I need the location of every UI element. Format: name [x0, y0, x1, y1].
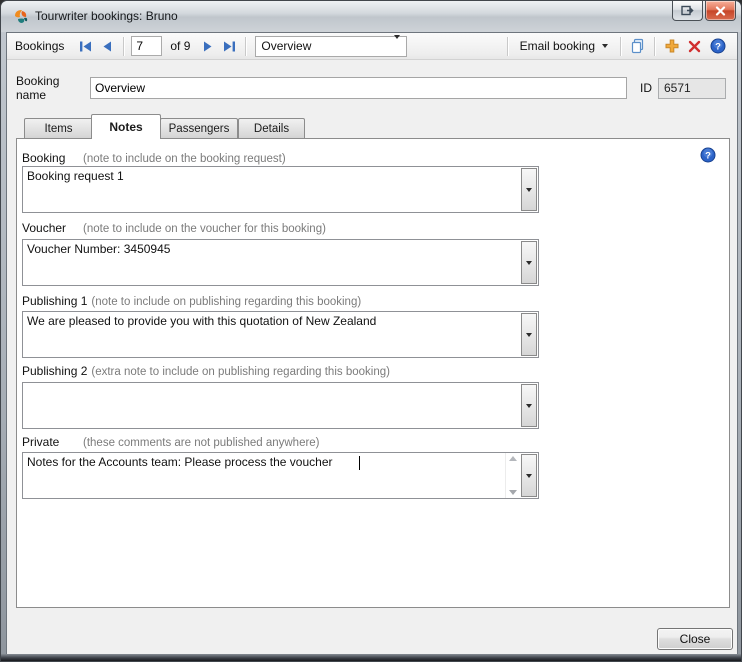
title-bar[interactable]: Tourwriter bookings: Bruno [1, 1, 741, 32]
chevron-down-icon [394, 35, 400, 53]
bookings-label: Bookings [15, 39, 64, 53]
nav-previous-icon [103, 41, 112, 52]
chevron-down-icon [526, 261, 532, 265]
booking-note-dropdown-button[interactable] [521, 168, 537, 211]
private-note-dropdown-button[interactable] [521, 454, 537, 497]
private-note-textarea[interactable]: Notes for the Accounts team: Please proc… [23, 453, 505, 498]
private-note-hint: (these comments are not published anywhe… [83, 437, 320, 449]
private-note-label: Private [22, 435, 79, 449]
nav-next-icon [203, 41, 212, 52]
voucher-note-header: Voucher (note to include on the voucher … [22, 221, 702, 235]
publishing2-note-dropdown-button[interactable] [521, 384, 537, 427]
copy-booking-button[interactable] [627, 36, 648, 56]
chevron-down-icon [526, 404, 532, 408]
bookings-toolbar: Bookings of 9 [7, 33, 737, 60]
toolbar-separator [507, 37, 508, 56]
toolbar-help-button[interactable]: ? [707, 36, 728, 56]
publishing2-note-textarea[interactable] [23, 383, 520, 428]
close-button[interactable]: Close [657, 628, 733, 650]
chevron-down-icon [602, 44, 608, 48]
voucher-note-hint: (note to include on the voucher for this… [83, 223, 326, 235]
publishing1-note-textarea[interactable]: We are pleased to provide you with this … [23, 312, 520, 357]
close-icon [715, 6, 726, 16]
tourwriter-logo-icon [13, 8, 30, 25]
publishing2-note-control [22, 382, 539, 429]
booking-note-header: Booking (note to include on the booking … [22, 151, 702, 165]
private-note-scrollbar[interactable] [505, 453, 520, 498]
help-icon: ? [710, 38, 726, 54]
tab-passengers[interactable]: Passengers [160, 118, 238, 139]
svg-text:?: ? [715, 41, 721, 52]
publishing2-note-hint: (extra note to include on publishing reg… [91, 366, 390, 378]
chevron-down-icon [526, 333, 532, 337]
svg-text:?: ? [705, 150, 711, 161]
nav-first-icon [79, 41, 92, 52]
private-note-header: Private (these comments are not publishe… [22, 435, 702, 449]
notes-help-button[interactable]: ? [700, 147, 716, 168]
close-window-button[interactable] [705, 1, 736, 21]
popout-window-button[interactable] [672, 1, 703, 21]
booking-select-value: Overview [261, 39, 311, 53]
publishing1-note-dropdown-button[interactable] [521, 313, 537, 356]
text-cursor [359, 456, 360, 470]
scroll-down-icon [509, 490, 517, 495]
publishing2-note-label: Publishing 2 [22, 364, 87, 378]
nav-first-button[interactable] [74, 36, 96, 56]
tab-notes[interactable]: Notes [91, 114, 161, 139]
help-icon: ? [700, 147, 716, 163]
publishing1-note-header: Publishing 1 (note to include on publish… [22, 294, 702, 308]
add-booking-button[interactable] [661, 36, 682, 56]
private-note-control: Notes for the Accounts team: Please proc… [22, 452, 539, 499]
add-icon [665, 39, 679, 53]
email-booking-button[interactable]: Email booking [513, 35, 615, 57]
publishing1-note-label: Publishing 1 [22, 294, 87, 308]
tab-details[interactable]: Details [238, 118, 305, 139]
toolbar-separator [123, 37, 124, 56]
app-window: Tourwriter bookings: Bruno Bookings [0, 0, 742, 662]
publishing2-note-header: Publishing 2 (extra note to include on p… [22, 364, 702, 378]
nav-previous-button[interactable] [96, 36, 118, 56]
record-position-input[interactable] [131, 36, 162, 56]
record-count-label: of 9 [170, 39, 190, 53]
tab-items[interactable]: Items [24, 118, 93, 139]
booking-note-control: Booking request 1 [22, 166, 539, 213]
publishing1-note-hint: (note to include on publishing regarding… [91, 296, 361, 308]
delete-icon [688, 40, 701, 53]
booking-id-value: 6571 [658, 78, 726, 99]
toolbar-separator [620, 37, 621, 56]
screenshot: Tourwriter bookings: Bruno Bookings [0, 0, 742, 662]
booking-note-textarea[interactable]: Booking request 1 [23, 167, 520, 212]
booking-name-row: Booking name ID 6571 [16, 77, 730, 99]
voucher-note-dropdown-button[interactable] [521, 241, 537, 284]
delete-booking-button[interactable] [684, 36, 705, 56]
email-booking-label: Email booking [520, 39, 595, 53]
booking-select[interactable]: Overview [255, 36, 407, 57]
nav-last-icon [223, 41, 236, 52]
window-frame-bottom [1, 654, 741, 661]
voucher-note-control: Voucher Number: 3450945 [22, 239, 539, 286]
window-title: Tourwriter bookings: Bruno [35, 9, 178, 23]
copy-icon [630, 38, 646, 54]
booking-note-hint: (note to include on the booking request) [83, 153, 286, 165]
toolbar-separator [245, 37, 246, 56]
popout-icon [681, 5, 694, 16]
chevron-down-icon [526, 188, 532, 192]
booking-name-label: Booking name [16, 74, 90, 102]
publishing1-note-control: We are pleased to provide you with this … [22, 311, 539, 358]
booking-name-input[interactable] [90, 77, 627, 99]
scroll-up-icon [509, 456, 517, 461]
voucher-note-label: Voucher [22, 221, 79, 235]
booking-note-label: Booking [22, 151, 79, 165]
booking-id-label: ID [640, 81, 652, 95]
toolbar-separator [654, 37, 655, 56]
voucher-note-textarea[interactable]: Voucher Number: 3450945 [23, 240, 520, 285]
nav-last-button[interactable] [218, 36, 240, 56]
chevron-down-icon [526, 474, 532, 478]
dialog-client-area: Bookings of 9 [6, 32, 738, 656]
nav-next-button[interactable] [196, 36, 218, 56]
